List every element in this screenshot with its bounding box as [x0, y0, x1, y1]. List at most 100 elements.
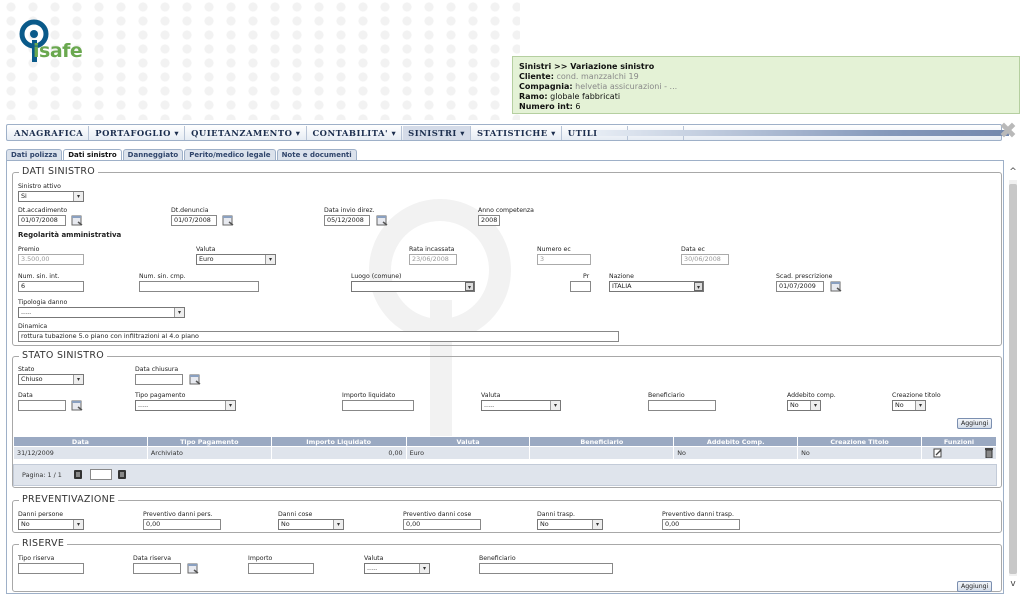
valuta-riserva-value: .....	[367, 564, 378, 572]
beneficiario-riserva-label: Beneficiario	[479, 555, 516, 562]
num-sin-cmp-input[interactable]	[139, 281, 259, 292]
dt-accadimento-input[interactable]: 01/07/2008	[18, 215, 66, 226]
danni-cose-select[interactable]: No ▾	[278, 519, 344, 530]
beneficiario-riserva-input[interactable]	[479, 563, 613, 574]
tipologia-select[interactable]: ..... ▾	[18, 307, 185, 318]
importo-liquidato-input[interactable]	[342, 400, 414, 411]
pager-next-icon[interactable]	[118, 470, 126, 479]
nazione-select[interactable]: ITALIA ▾	[609, 281, 704, 292]
numero-label: Numero int:	[519, 102, 573, 111]
menu-quietanzamento[interactable]: QUIETANZAMENTO ▾	[186, 125, 307, 140]
pr-input[interactable]	[570, 281, 591, 292]
col-tipo-pagamento[interactable]: Tipo Pagamento	[146, 436, 272, 447]
valuta-riserva-select[interactable]: ..... ▾	[364, 563, 430, 574]
creazione-select[interactable]: No ▾	[892, 400, 926, 411]
danni-trasp-select[interactable]: No ▾	[537, 519, 603, 530]
luogo-select[interactable]: ▾	[351, 281, 475, 292]
anno-competenza-input[interactable]: 2008	[478, 215, 500, 226]
anno-competenza-label: Anno competenza	[478, 207, 534, 214]
dt-accadimento-label: Dt.accadimento	[18, 207, 68, 214]
num-sin-cmp-label: Num. sin. cmp.	[139, 273, 186, 280]
vertical-scrollbar[interactable]: ^ v	[1007, 166, 1019, 590]
dt-denuncia-input[interactable]: 01/07/2008	[171, 215, 217, 226]
beneficiario-input[interactable]	[648, 400, 716, 411]
rata-incassata-input[interactable]: 23/06/2008	[409, 254, 457, 265]
tab-dati-polizza[interactable]: Dati polizza	[6, 149, 63, 160]
menu-portafoglio[interactable]: PORTAFOGLIO ▾	[90, 125, 186, 140]
col-addebito[interactable]: Addebito Comp.	[673, 436, 799, 447]
danni-trasp-value: No	[540, 520, 549, 528]
col-importo[interactable]: Importo Liquidato	[270, 436, 407, 447]
chevron-down-icon: ▾	[265, 255, 275, 264]
data-ec-label: Data ec	[681, 246, 705, 253]
aggiungi-riserva-button[interactable]: Aggiungi	[957, 581, 993, 592]
tab-danneggiato[interactable]: Danneggiato	[122, 149, 184, 160]
num-sin-int-input[interactable]: 6	[18, 281, 84, 292]
data-input[interactable]	[18, 400, 66, 411]
tipo-riserva-label: Tipo riserva	[18, 555, 55, 562]
importo-riserva-input[interactable]	[248, 563, 314, 574]
prev-danni-pers-input[interactable]: 0,00	[143, 519, 221, 530]
calendar-icon[interactable]	[830, 280, 842, 292]
col-data[interactable]: Data	[13, 436, 148, 447]
valuta-label: Valuta	[196, 246, 216, 253]
menu-anagrafica[interactable]: ANAGRAFICA	[9, 125, 90, 140]
ramo-value: globale fabbricati	[550, 92, 621, 101]
trash-icon[interactable]	[985, 448, 994, 459]
tab-note-documenti[interactable]: Note e documenti	[276, 149, 357, 160]
danni-persone-select[interactable]: No ▾	[18, 519, 84, 530]
prev-danni-trasp-input[interactable]: 0,00	[662, 519, 740, 530]
sinistro-attivo-select[interactable]: Si ▾	[18, 191, 84, 202]
data-riserva-input[interactable]	[133, 563, 181, 574]
tab-dati-sinistro[interactable]: Dati sinistro	[63, 149, 122, 160]
numero-ec-input[interactable]: 3	[537, 254, 591, 265]
valuta-select[interactable]: Euro ▾	[196, 254, 276, 265]
tipo-riserva-input[interactable]	[18, 563, 84, 574]
col-valuta[interactable]: Valuta	[405, 436, 531, 447]
cell-importo: 0,00	[270, 446, 407, 460]
luogo-label: Luogo (comune)	[351, 273, 402, 280]
scroll-up-icon[interactable]: ^	[1007, 166, 1019, 178]
menu-sinistri[interactable]: SINISTRI ▾	[403, 125, 471, 140]
aggiungi-pagamento-button[interactable]: Aggiungi	[957, 418, 993, 429]
data-invio-label: Data invio direz.	[324, 207, 375, 214]
calendar-icon[interactable]	[189, 373, 201, 385]
dinamica-input[interactable]: rottura tubazione 5.o piano con infiltra…	[18, 331, 619, 342]
scroll-down-icon[interactable]: v	[1007, 578, 1019, 590]
valuta-pag-select[interactable]: ..... ▾	[481, 400, 561, 411]
calendar-icon[interactable]	[222, 214, 234, 226]
pager-page-input[interactable]	[90, 469, 112, 480]
table-header: Data Tipo Pagamento Importo Liquidato Va…	[13, 436, 998, 447]
pager-prev-icon[interactable]	[74, 470, 82, 479]
danni-persone-label: Danni persone	[18, 511, 64, 518]
tab-perito[interactable]: Perito/medico legale	[184, 149, 276, 160]
chevron-down-icon: ▾	[592, 520, 602, 529]
chevron-down-icon: ▾	[73, 375, 83, 384]
menu-statistiche[interactable]: STATISTICHE ▾	[472, 125, 562, 140]
calendar-icon[interactable]	[71, 214, 83, 226]
scad-prescrizione-input[interactable]: 01/07/2009	[776, 281, 824, 292]
stato-select[interactable]: Chiuso ▾	[18, 374, 84, 385]
chevron-down-icon: ▾	[465, 282, 474, 291]
chevron-down-icon: ▾	[694, 282, 703, 291]
data-invio-input[interactable]: 05/12/2008	[324, 215, 370, 226]
tipo-pagamento-label: Tipo pagamento	[135, 392, 186, 399]
menu-contabilita[interactable]: CONTABILITA' ▾	[308, 125, 403, 140]
col-beneficiario[interactable]: Beneficiario	[529, 436, 675, 447]
prev-danni-cose-input[interactable]: 0,00	[403, 519, 481, 530]
main-menu: ANAGRAFICA PORTAFOGLIO ▾ QUIETANZAMENTO …	[6, 124, 1009, 141]
close-icon[interactable]: ✖	[996, 121, 1020, 143]
col-creazione[interactable]: Creazione Titolo	[797, 436, 922, 447]
edit-icon[interactable]	[933, 448, 943, 458]
data-chiusura-input[interactable]	[135, 374, 183, 385]
calendar-icon[interactable]	[71, 399, 83, 411]
premio-input[interactable]: 3.500,00	[18, 254, 84, 265]
scroll-thumb[interactable]	[1009, 184, 1017, 574]
calendar-icon[interactable]	[187, 562, 199, 574]
data-ec-input[interactable]: 30/06/2008	[681, 254, 729, 265]
calendar-icon[interactable]	[376, 214, 388, 226]
legend-riserve: RISERVE	[19, 538, 68, 549]
tipo-pagamento-select[interactable]: ..... ▾	[135, 400, 236, 411]
addebito-select[interactable]: No ▾	[787, 400, 821, 411]
table-row[interactable]: 31/12/2009 Archiviato 0,00 Euro No No	[13, 446, 998, 460]
